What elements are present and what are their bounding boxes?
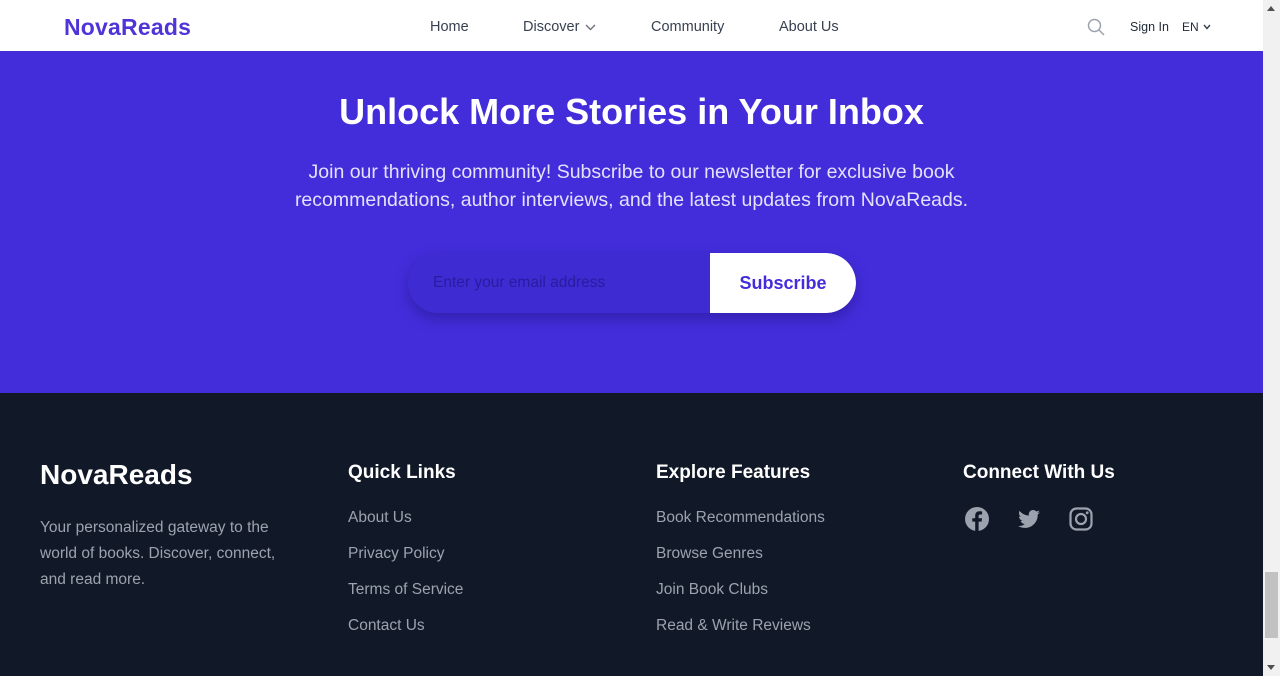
newsletter-description: Join our thriving community! Subscribe t…	[294, 161, 969, 211]
footer-link-contact[interactable]: Contact Us	[348, 617, 425, 635]
footer-logo: NovaReads	[40, 459, 193, 490]
search-icon[interactable]	[1087, 18, 1105, 36]
site-footer: NovaReads Your personalized gateway to t…	[0, 393, 1263, 676]
nav-discover[interactable]: Discover	[523, 19, 596, 35]
scrollbar-thumb[interactable]	[1265, 572, 1278, 638]
explore-features-heading: Explore Features	[656, 462, 811, 483]
scroll-down-arrow-icon[interactable]	[1267, 665, 1275, 670]
site-logo[interactable]: NovaReads	[64, 14, 191, 41]
footer-link-terms[interactable]: Terms of Service	[348, 581, 463, 599]
chevron-down-icon	[585, 24, 596, 30]
language-selector[interactable]: EN	[1182, 20, 1211, 34]
page: NovaReads Home Discover Community About …	[0, 0, 1263, 676]
footer-tagline: Your personalized gateway to the world o…	[40, 519, 276, 588]
instagram-icon[interactable]	[1068, 506, 1094, 532]
footer-link-reviews[interactable]: Read & Write Reviews	[656, 617, 811, 635]
email-input[interactable]	[408, 253, 710, 313]
footer-link-about[interactable]: About Us	[348, 509, 412, 527]
nav-community[interactable]: Community	[651, 19, 724, 35]
scroll-up-arrow-icon[interactable]	[1267, 6, 1275, 11]
facebook-icon[interactable]	[964, 506, 990, 532]
page-scrollbar[interactable]	[1263, 0, 1280, 676]
nav-discover-label: Discover	[523, 19, 580, 35]
newsletter-title: Unlock More Stories in Your Inbox	[339, 91, 924, 132]
footer-link-recommendations[interactable]: Book Recommendations	[656, 509, 825, 527]
language-label: EN	[1182, 20, 1199, 34]
connect-heading: Connect With Us	[963, 462, 1115, 483]
nav-home[interactable]: Home	[430, 19, 469, 35]
sign-in-link[interactable]: Sign In	[1130, 20, 1169, 34]
nav-about[interactable]: About Us	[779, 19, 839, 35]
chevron-down-icon	[1203, 24, 1211, 30]
newsletter-form: Subscribe	[408, 253, 856, 313]
footer-link-genres[interactable]: Browse Genres	[656, 545, 763, 563]
quick-links-heading: Quick Links	[348, 462, 456, 483]
twitter-icon[interactable]	[1016, 506, 1042, 532]
footer-link-privacy[interactable]: Privacy Policy	[348, 545, 444, 563]
top-navbar: NovaReads Home Discover Community About …	[0, 0, 1263, 51]
newsletter-section: Unlock More Stories in Your Inbox Join o…	[0, 51, 1263, 393]
subscribe-button[interactable]: Subscribe	[710, 253, 856, 313]
footer-link-book-clubs[interactable]: Join Book Clubs	[656, 581, 768, 599]
